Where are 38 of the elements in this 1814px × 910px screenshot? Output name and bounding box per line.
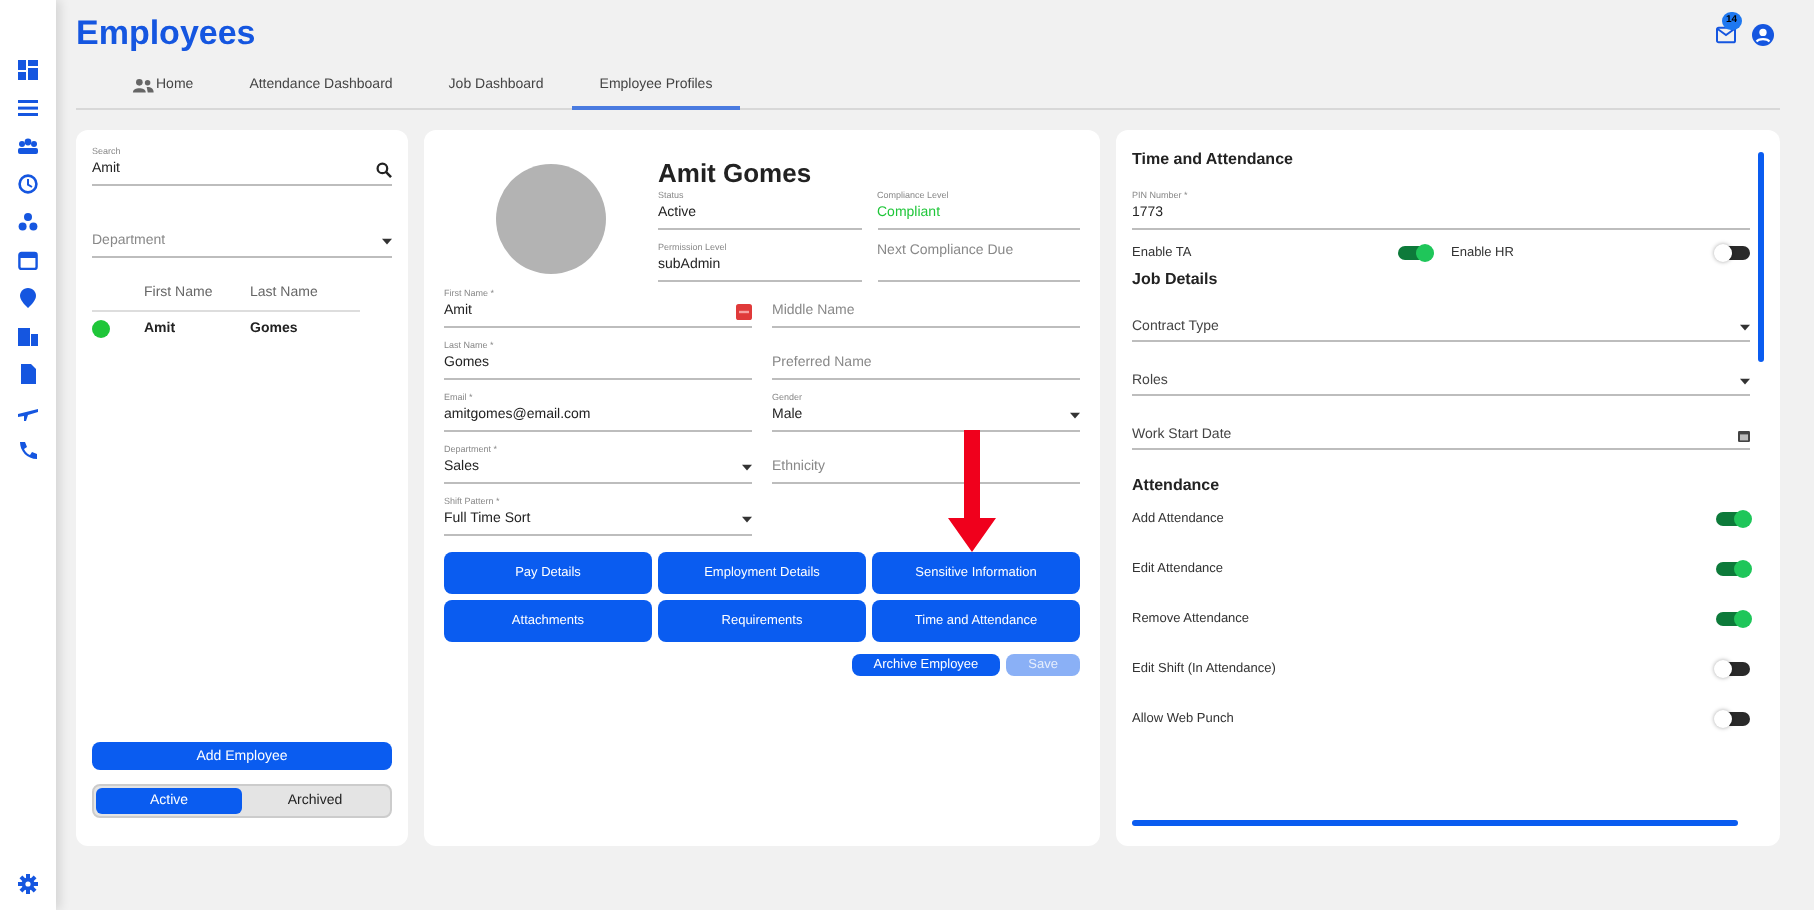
calendar-icon[interactable] — [1738, 429, 1750, 441]
section-heading: Job Details — [1132, 270, 1220, 288]
toggle-switch[interactable] — [1716, 246, 1750, 260]
toggle-switch[interactable] — [1716, 512, 1750, 526]
toggle-switch[interactable] — [1397, 246, 1431, 260]
clock-icon[interactable] — [18, 174, 38, 194]
grid-icon[interactable] — [18, 60, 38, 80]
caret-icon — [1740, 323, 1750, 331]
location-pin-icon[interactable] — [18, 288, 38, 308]
people-icon — [132, 77, 154, 93]
section-heading: Time and Attendance — [1132, 150, 1295, 168]
horizontal-scrollbar[interactable] — [1132, 820, 1738, 826]
caret-icon — [1070, 411, 1080, 419]
flag-icon — [736, 303, 752, 319]
caret-icon — [1740, 377, 1750, 385]
employee-name: Amit Gomes — [658, 158, 814, 188]
toggle-switch[interactable] — [1716, 562, 1750, 576]
caret-icon — [382, 237, 392, 245]
list-icon[interactable] — [18, 98, 38, 118]
caret-icon — [742, 463, 752, 471]
page-title: Employees — [76, 14, 256, 54]
people-icon[interactable] — [18, 136, 38, 156]
document-icon[interactable] — [18, 364, 38, 384]
account-icon[interactable] — [1752, 23, 1774, 45]
toggle-switch[interactable] — [1716, 712, 1750, 726]
settings-icon[interactable] — [18, 874, 38, 894]
building-icon[interactable] — [18, 326, 38, 346]
caret-icon — [742, 515, 752, 523]
toggle-switch[interactable] — [1716, 612, 1750, 626]
search-icon[interactable] — [376, 161, 392, 177]
phone-icon[interactable] — [18, 440, 38, 460]
mail-icon[interactable] — [1716, 25, 1736, 43]
cluster-icon[interactable] — [18, 212, 38, 232]
section-heading: Attendance — [1132, 476, 1222, 494]
pointer-arrow — [946, 430, 998, 554]
toggle-switch[interactable] — [1716, 662, 1750, 676]
vertical-scrollbar[interactable] — [1758, 152, 1764, 362]
calendar-icon[interactable] — [18, 250, 38, 270]
